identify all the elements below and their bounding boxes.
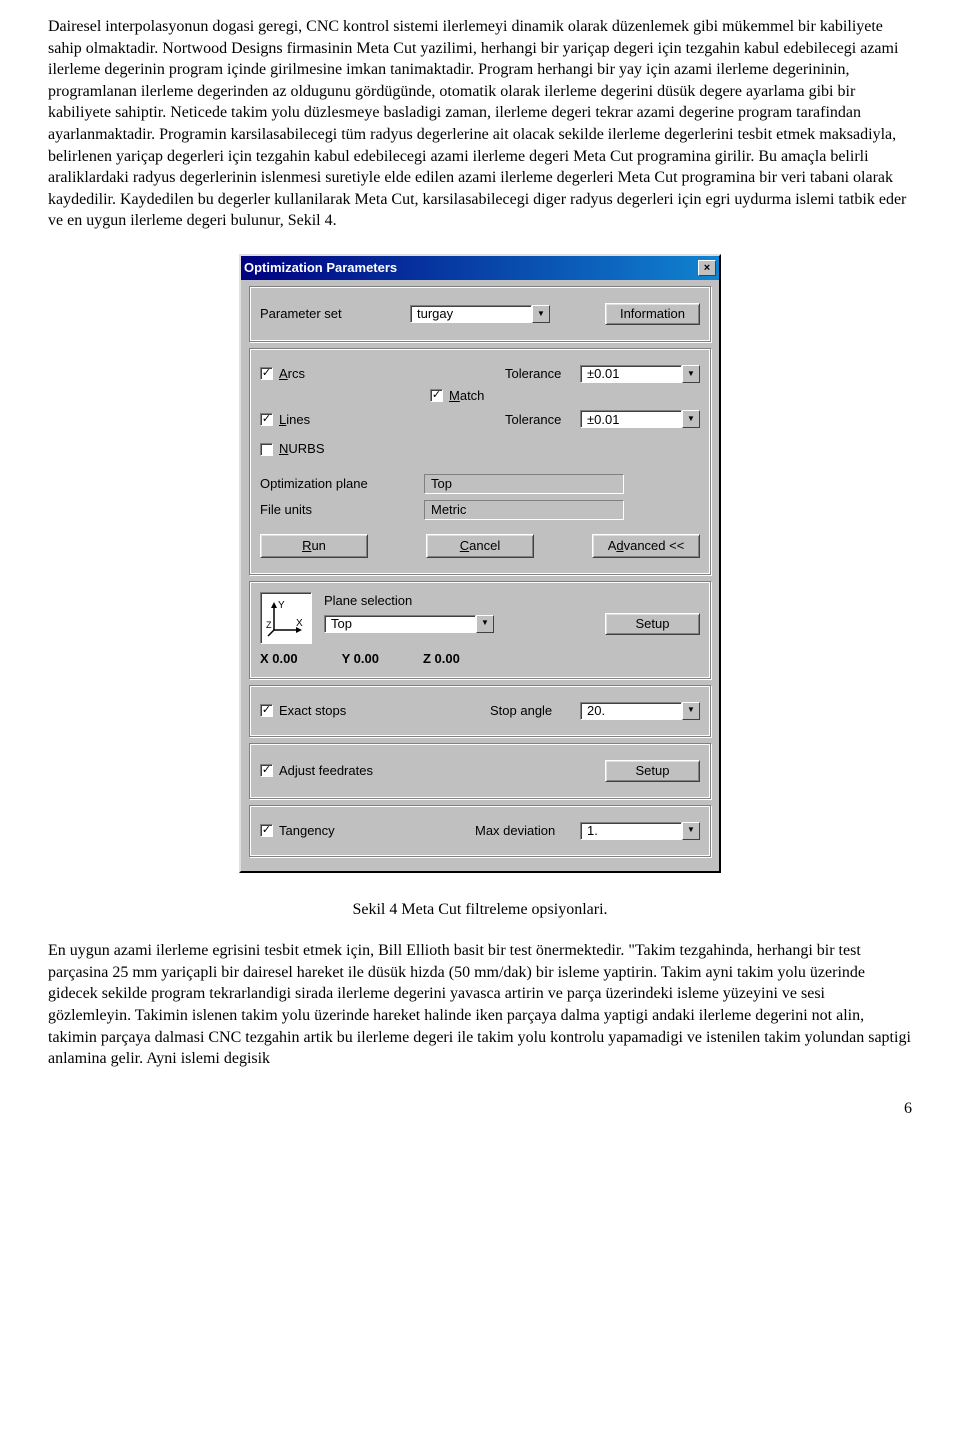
- checkbox-adjust-feedrates[interactable]: ✓: [260, 764, 273, 777]
- plane-selection-combo[interactable]: Top ▼: [324, 615, 494, 633]
- label-adjust-feedrates: Adjust feedrates: [279, 762, 373, 780]
- file-units-value: Metric: [424, 500, 624, 520]
- group-tangency: ✓ Tangency Max deviation 1. ▼: [249, 805, 711, 857]
- coord-x: X 0.00: [260, 650, 298, 668]
- titlebar-text: Optimization Parameters: [244, 259, 696, 277]
- stop-angle-value: 20.: [580, 702, 682, 720]
- label-arcs: Arcs: [279, 365, 305, 383]
- label-exact-stops: Exact stops: [279, 702, 346, 720]
- label-file-units: File units: [260, 501, 424, 519]
- checkbox-match[interactable]: ✓: [430, 389, 443, 402]
- figure-caption: Sekil 4 Meta Cut filtreleme opsiyonlari.: [48, 899, 912, 921]
- label-tolerance-lines: Tolerance: [505, 411, 580, 429]
- checkbox-tangency[interactable]: ✓: [260, 824, 273, 837]
- chevron-down-icon[interactable]: ▼: [682, 702, 700, 720]
- advanced-button[interactable]: Advanced <<: [592, 534, 700, 558]
- group-adjust-feedrates: ✓ Adjust feedrates Setup: [249, 743, 711, 799]
- tolerance-lines-combo[interactable]: ±0.01 ▼: [580, 410, 700, 428]
- run-button[interactable]: Run: [260, 534, 368, 558]
- svg-text:Y: Y: [278, 600, 285, 611]
- tolerance-lines-value: ±0.01: [580, 410, 682, 428]
- label-tangency: Tangency: [279, 822, 335, 840]
- group-exact-stops: ✓ Exact stops Stop angle 20. ▼: [249, 685, 711, 737]
- checkbox-exact-stops[interactable]: ✓: [260, 704, 273, 717]
- label-optimization-plane: Optimization plane: [260, 475, 424, 493]
- cancel-button[interactable]: Cancel: [426, 534, 534, 558]
- axis-icon: Y Z X: [266, 598, 306, 638]
- parameter-set-value: turgay: [410, 305, 532, 323]
- stop-angle-combo[interactable]: 20. ▼: [580, 702, 700, 720]
- optimization-plane-value: Top: [424, 474, 624, 494]
- paragraph-2: En uygun azami ilerleme egrisini tesbit …: [48, 940, 912, 1070]
- dialog-container: Optimization Parameters × Parameter set …: [48, 254, 912, 873]
- optimization-parameters-dialog: Optimization Parameters × Parameter set …: [239, 254, 721, 873]
- label-match: Match: [449, 387, 484, 405]
- svg-text:Z: Z: [266, 620, 272, 630]
- label-parameter-set: Parameter set: [260, 305, 410, 323]
- setup-feedrates-button[interactable]: Setup: [605, 760, 700, 782]
- max-deviation-value: 1.: [580, 822, 682, 840]
- chevron-down-icon[interactable]: ▼: [476, 615, 494, 633]
- plane-preview: Y Z X: [260, 592, 312, 644]
- close-icon[interactable]: ×: [698, 260, 716, 276]
- checkbox-nurbs[interactable]: [260, 443, 273, 456]
- group-parameter-set: Parameter set turgay ▼ Information: [249, 286, 711, 342]
- label-tolerance-arcs: Tolerance: [505, 365, 580, 383]
- tolerance-arcs-combo[interactable]: ±0.01 ▼: [580, 365, 700, 383]
- page-number: 6: [48, 1098, 912, 1120]
- coord-y: Y 0.00: [342, 650, 379, 668]
- label-plane-selection: Plane selection: [324, 592, 700, 610]
- coord-z: Z 0.00: [423, 650, 460, 668]
- label-stop-angle: Stop angle: [490, 702, 580, 720]
- chevron-down-icon[interactable]: ▼: [532, 305, 550, 323]
- checkbox-lines[interactable]: ✓: [260, 413, 273, 426]
- label-lines: Lines: [279, 411, 310, 429]
- label-nurbs: NURBS: [279, 440, 325, 458]
- paragraph-1: Dairesel interpolasyonun dogasi geregi, …: [48, 16, 912, 232]
- plane-selection-value: Top: [324, 615, 476, 633]
- chevron-down-icon[interactable]: ▼: [682, 365, 700, 383]
- titlebar[interactable]: Optimization Parameters ×: [241, 256, 719, 280]
- parameter-set-combo[interactable]: turgay ▼: [410, 305, 550, 323]
- dialog-body: Parameter set turgay ▼ Information ✓ Arc…: [241, 280, 719, 871]
- checkbox-arcs[interactable]: ✓: [260, 367, 273, 380]
- information-button[interactable]: Information: [605, 303, 700, 325]
- svg-text:X: X: [296, 618, 303, 629]
- label-max-deviation: Max deviation: [475, 822, 580, 840]
- setup-plane-button[interactable]: Setup: [605, 613, 700, 635]
- chevron-down-icon[interactable]: ▼: [682, 410, 700, 428]
- group-geometry: ✓ Arcs Tolerance ±0.01 ▼ ✓ Match ✓ Lines: [249, 348, 711, 575]
- group-plane-selection: Y Z X Plane selection Top ▼: [249, 581, 711, 679]
- max-deviation-combo[interactable]: 1. ▼: [580, 822, 700, 840]
- tolerance-arcs-value: ±0.01: [580, 365, 682, 383]
- chevron-down-icon[interactable]: ▼: [682, 822, 700, 840]
